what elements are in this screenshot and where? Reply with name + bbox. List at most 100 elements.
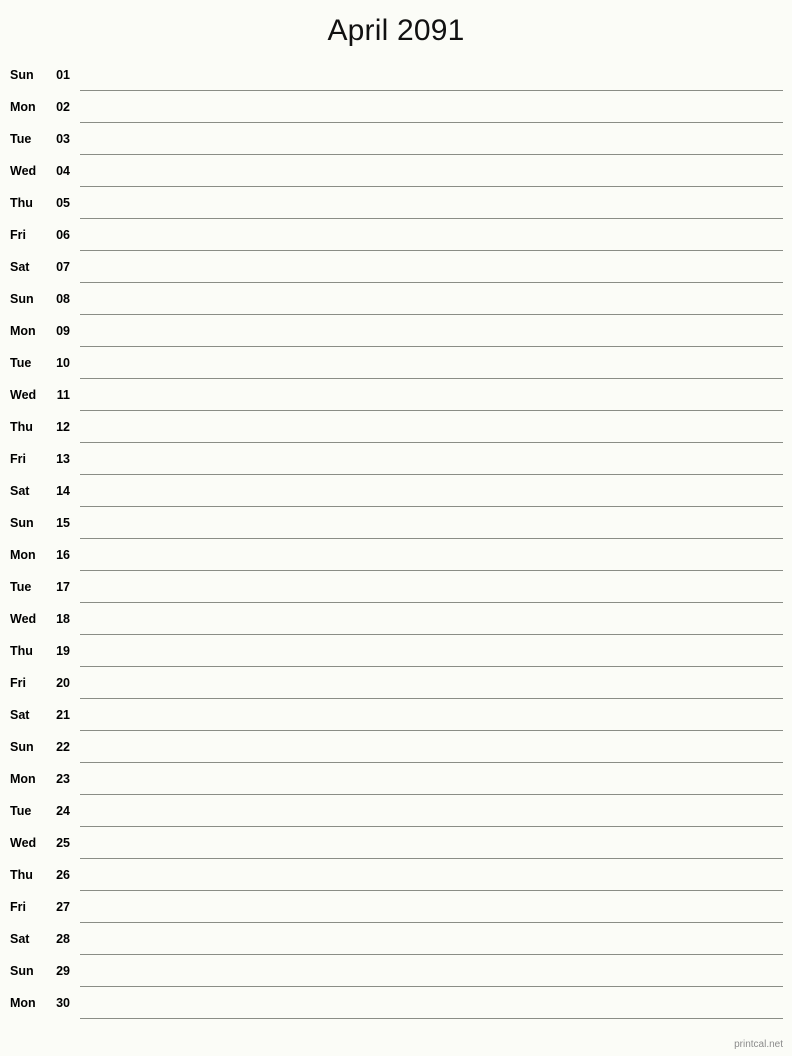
weekday-label: Thu — [10, 420, 33, 434]
notes-writing-line[interactable] — [80, 603, 783, 635]
notes-writing-line[interactable] — [80, 59, 783, 91]
weekday-label: Sat — [10, 708, 30, 722]
notes-writing-line[interactable] — [80, 475, 783, 507]
day-row[interactable]: Mon 30 — [10, 987, 783, 1019]
notes-writing-line[interactable] — [80, 315, 783, 347]
date-number: 17 — [56, 580, 70, 594]
weekday-label: Tue — [10, 356, 32, 370]
weekday-label: Wed — [10, 388, 37, 402]
notes-writing-line[interactable] — [80, 443, 783, 475]
date-number: 22 — [56, 740, 70, 754]
day-row[interactable]: Sat 07 — [10, 251, 783, 283]
weekday-label: Sun — [10, 964, 34, 978]
day-row[interactable]: Thu 05 — [10, 187, 783, 219]
footer-attribution: printcal.net — [734, 1039, 783, 1050]
day-row[interactable]: Wed 25 — [10, 827, 783, 859]
notes-writing-line[interactable] — [80, 859, 783, 891]
weekday-label: Sun — [10, 516, 34, 530]
weekday-label: Fri — [10, 228, 26, 242]
date-number: 09 — [56, 324, 70, 338]
weekday-label: Thu — [10, 868, 33, 882]
notes-writing-line[interactable] — [80, 539, 783, 571]
notes-writing-line[interactable] — [80, 987, 783, 1019]
day-row[interactable]: Wed 04 — [10, 155, 783, 187]
weekday-label: Mon — [10, 548, 36, 562]
day-row[interactable]: Thu 12 — [10, 411, 783, 443]
date-number: 06 — [56, 228, 70, 242]
date-number: 11 — [56, 388, 70, 402]
page-title: April 2091 — [327, 14, 465, 47]
date-number: 16 — [56, 548, 70, 562]
weekday-label: Mon — [10, 772, 36, 786]
notes-writing-line[interactable] — [80, 731, 783, 763]
day-row[interactable]: Tue 10 — [10, 347, 783, 379]
notes-writing-line[interactable] — [80, 571, 783, 603]
day-row[interactable]: Tue 24 — [10, 795, 783, 827]
notes-writing-line[interactable] — [80, 699, 783, 731]
day-row[interactable]: Fri 06 — [10, 219, 783, 251]
day-row[interactable]: Sat 21 — [10, 699, 783, 731]
notes-writing-line[interactable] — [80, 891, 783, 923]
date-number: 20 — [56, 676, 70, 690]
weekday-label: Thu — [10, 196, 33, 210]
notes-writing-line[interactable] — [80, 955, 783, 987]
weekday-label: Sat — [10, 932, 30, 946]
day-row[interactable]: Mon 23 — [10, 763, 783, 795]
weekday-label: Mon — [10, 324, 36, 338]
day-row[interactable]: Sun 08 — [10, 283, 783, 315]
notes-writing-line[interactable] — [80, 635, 783, 667]
weekday-label: Sat — [10, 260, 30, 274]
day-row[interactable]: Fri 13 — [10, 443, 783, 475]
day-row[interactable]: Mon 16 — [10, 539, 783, 571]
notes-writing-line[interactable] — [80, 251, 783, 283]
day-row[interactable]: Thu 19 — [10, 635, 783, 667]
date-number: 15 — [56, 516, 70, 530]
weekday-label: Mon — [10, 996, 36, 1010]
notes-writing-line[interactable] — [80, 667, 783, 699]
notes-writing-line[interactable] — [80, 795, 783, 827]
weekday-label: Sat — [10, 484, 30, 498]
notes-writing-line[interactable] — [80, 123, 783, 155]
calendar-page: April 2091 Sun 01 Mon 02 Tue 03 Wed 04 Thu 05 Fri 0… — [0, 0, 792, 1056]
day-row[interactable]: Mon 09 — [10, 315, 783, 347]
date-number: 23 — [56, 772, 70, 786]
day-row[interactable]: Wed 18 — [10, 603, 783, 635]
notes-writing-line[interactable] — [80, 283, 783, 315]
day-row[interactable]: Mon 02 — [10, 91, 783, 123]
day-row[interactable]: Fri 27 — [10, 891, 783, 923]
date-number: 07 — [56, 260, 70, 274]
notes-writing-line[interactable] — [80, 347, 783, 379]
notes-writing-line[interactable] — [80, 923, 783, 955]
notes-writing-line[interactable] — [80, 219, 783, 251]
date-number: 21 — [56, 708, 70, 722]
notes-writing-line[interactable] — [80, 91, 783, 123]
date-number: 14 — [56, 484, 70, 498]
day-row[interactable]: Wed 11 — [10, 379, 783, 411]
day-row[interactable]: Sun 01 — [10, 59, 783, 91]
notes-writing-line[interactable] — [80, 507, 783, 539]
date-number: 02 — [56, 100, 70, 114]
notes-writing-line[interactable] — [80, 155, 783, 187]
notes-writing-line[interactable] — [80, 187, 783, 219]
weekday-label: Tue — [10, 580, 32, 594]
day-row-list: Sun 01 Mon 02 Tue 03 Wed 04 Thu 05 Fri 06 Sat 07 Sun 08… — [0, 59, 792, 1019]
day-row[interactable]: Sat 14 — [10, 475, 783, 507]
weekday-label: Sun — [10, 740, 34, 754]
day-row[interactable]: Sun 15 — [10, 507, 783, 539]
date-number: 13 — [56, 452, 70, 466]
weekday-label: Wed — [10, 612, 37, 626]
day-row[interactable]: Tue 03 — [10, 123, 783, 155]
notes-writing-line[interactable] — [80, 411, 783, 443]
day-row[interactable]: Thu 26 — [10, 859, 783, 891]
day-row[interactable]: Sat 28 — [10, 923, 783, 955]
day-row[interactable]: Sun 29 — [10, 955, 783, 987]
notes-writing-line[interactable] — [80, 827, 783, 859]
date-number: 29 — [56, 964, 70, 978]
day-row[interactable]: Sun 22 — [10, 731, 783, 763]
notes-writing-line[interactable] — [80, 763, 783, 795]
notes-writing-line[interactable] — [80, 379, 783, 411]
day-row[interactable]: Fri 20 — [10, 667, 783, 699]
date-number: 01 — [56, 68, 70, 82]
weekday-label: Sun — [10, 292, 34, 306]
day-row[interactable]: Tue 17 — [10, 571, 783, 603]
